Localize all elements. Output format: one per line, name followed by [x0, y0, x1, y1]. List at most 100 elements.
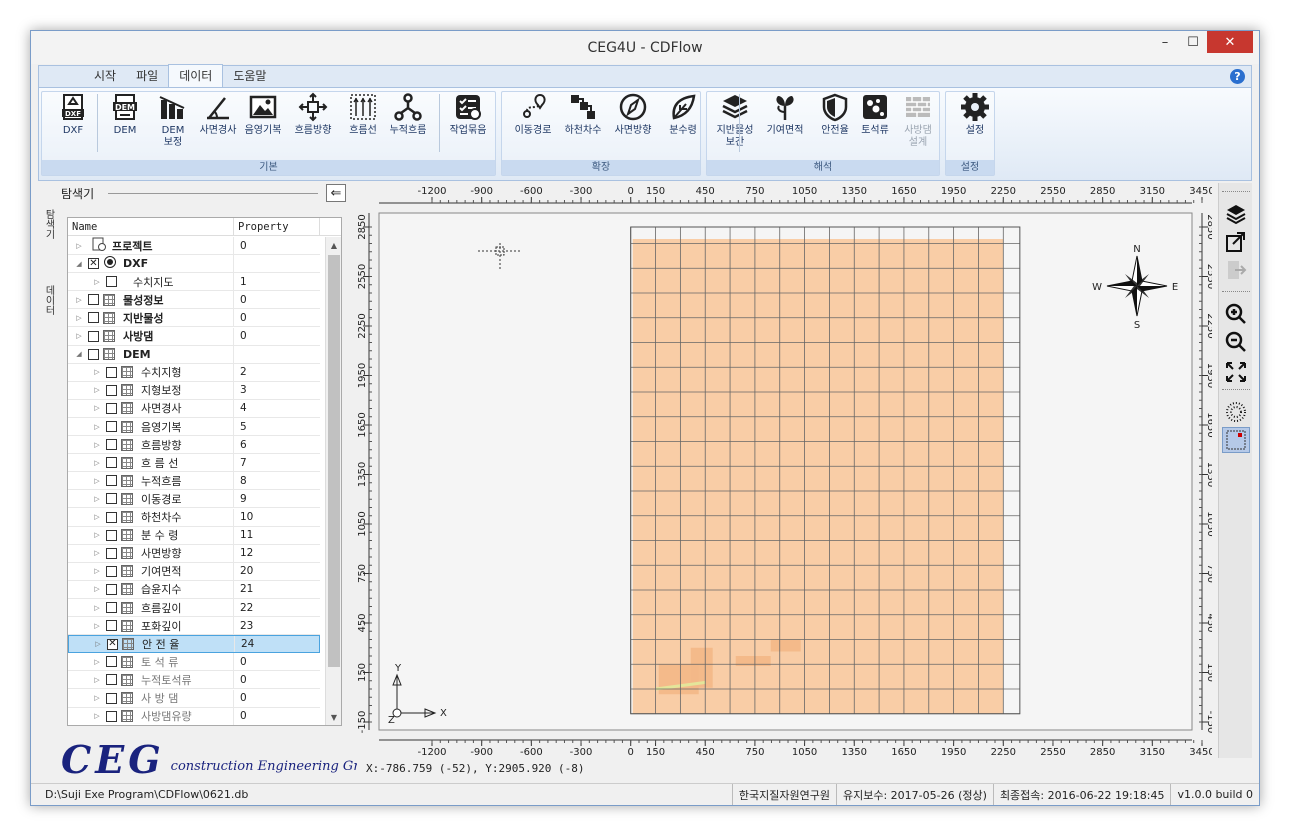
- layer-checkbox[interactable]: [106, 402, 117, 414]
- expander-icon[interactable]: ▷: [74, 242, 84, 250]
- expander-icon[interactable]: ▷: [92, 585, 102, 593]
- expander-icon[interactable]: ▷: [92, 549, 102, 557]
- ribbon-button-slope[interactable]: 사면경사: [194, 92, 242, 137]
- tree-row[interactable]: ▷ 수치지형 2: [68, 363, 320, 382]
- zoom-out-icon[interactable]: [1222, 329, 1250, 355]
- tree-row[interactable]: ▷ 포화깊이 23: [68, 617, 320, 636]
- expander-icon[interactable]: ▷: [92, 386, 102, 394]
- layer-checkbox[interactable]: [106, 511, 117, 523]
- tree-row[interactable]: ▷ 물성정보 0: [68, 291, 320, 310]
- expander-icon[interactable]: ▷: [92, 531, 102, 539]
- collapse-arrow-icon[interactable]: ⇐: [326, 184, 346, 202]
- ribbon-button-hillshade[interactable]: 음영기복: [239, 92, 287, 137]
- tab-start[interactable]: 시작: [84, 65, 126, 87]
- ribbon-button-debris-flow[interactable]: 토석류: [851, 92, 899, 137]
- minimize-button[interactable]: –: [1151, 31, 1179, 53]
- expander-icon[interactable]: ▷: [92, 441, 102, 449]
- layer-checkbox[interactable]: [106, 565, 117, 577]
- tree-row[interactable]: ▷ 누적흐름 8: [68, 472, 320, 491]
- tree-row[interactable]: ▷ 이동경로 9: [68, 490, 320, 509]
- column-property[interactable]: Property: [234, 218, 320, 235]
- layer-checkbox[interactable]: [106, 439, 117, 451]
- tab-data[interactable]: 데이터: [168, 64, 224, 87]
- scroll-up-icon[interactable]: ▲: [326, 237, 341, 253]
- tree-row[interactable]: ▷ 기여면적 20: [68, 562, 320, 581]
- ribbon-button-dam-design[interactable]: 사방댐 설계: [894, 92, 942, 149]
- expander-icon[interactable]: ▷: [92, 404, 102, 412]
- layer-checkbox[interactable]: [106, 276, 117, 288]
- layer-checkbox[interactable]: [106, 710, 117, 722]
- expander-icon[interactable]: ▷: [93, 640, 103, 648]
- vtab-data[interactable]: 데이터: [41, 285, 56, 315]
- ribbon-button-stream-order[interactable]: 하천차수: [559, 92, 607, 137]
- layer-checkbox[interactable]: [106, 692, 117, 704]
- grid-select-icon[interactable]: [1222, 427, 1250, 453]
- expander-icon[interactable]: ◢: [74, 350, 84, 358]
- ribbon-button-watershed[interactable]: 분수령: [659, 92, 707, 137]
- expander-icon[interactable]: ▷: [92, 368, 102, 376]
- tree-row[interactable]: ▷ 습윤지수 21: [68, 580, 320, 599]
- vtab-explorer[interactable]: 탐색기: [41, 209, 56, 239]
- ribbon-button-aspect[interactable]: 사면방향: [609, 92, 657, 137]
- layer-checkbox[interactable]: [106, 656, 117, 668]
- expander-icon[interactable]: ▷: [92, 513, 102, 521]
- tree-row[interactable]: ▷ 누적토석류 0: [68, 671, 320, 690]
- expander-icon[interactable]: ▷: [92, 658, 102, 666]
- layer-checkbox[interactable]: [106, 547, 117, 559]
- layer-checkbox[interactable]: [106, 366, 117, 378]
- layer-checkbox[interactable]: [106, 620, 117, 632]
- scroll-down-icon[interactable]: ▼: [326, 709, 341, 725]
- grid-dots-icon[interactable]: [1222, 399, 1250, 425]
- tree-row[interactable]: ▷ 흐름방향 6: [68, 436, 320, 455]
- ribbon-button-flow-line[interactable]: 흐름선: [339, 92, 387, 137]
- tree-row[interactable]: ◢ DEM: [68, 345, 320, 364]
- tree-row[interactable]: ▷ 흐 름 선 7: [68, 454, 320, 473]
- map-canvas[interactable]: -1200 -1200 -900 -900 -600 -600 -300 -300 0 0 150 1…: [357, 183, 1216, 773]
- ribbon-button-batch[interactable]: 작업묶음: [444, 92, 492, 137]
- layer-checkbox[interactable]: [106, 529, 117, 541]
- tree-row[interactable]: ▷ 지형보정 3: [68, 381, 320, 400]
- expander-icon[interactable]: ▷: [92, 604, 102, 612]
- expander-icon[interactable]: ▷: [92, 676, 102, 684]
- tab-file[interactable]: 파일: [126, 65, 168, 87]
- expander-icon[interactable]: ▷: [92, 495, 102, 503]
- layers-icon[interactable]: [1222, 201, 1250, 227]
- expander-icon[interactable]: ▷: [92, 459, 102, 467]
- layer-checkbox[interactable]: ✕: [107, 638, 118, 650]
- ribbon-button-flow-direction[interactable]: 흐름방향: [289, 92, 337, 137]
- tree-row[interactable]: ▷ 흐름깊이 22: [68, 599, 320, 617]
- expander-icon[interactable]: ◢: [74, 260, 84, 268]
- tree-row[interactable]: ◢ ✕ DXF: [68, 255, 320, 274]
- tree-row[interactable]: ▷ 음영기복 5: [68, 418, 320, 436]
- zoom-in-icon[interactable]: [1222, 301, 1250, 327]
- ribbon-button-layers[interactable]: 지반물성 보간: [711, 92, 759, 149]
- expander-icon[interactable]: ▷: [92, 567, 102, 575]
- layer-checkbox[interactable]: [88, 312, 99, 324]
- layer-checkbox[interactable]: [106, 384, 117, 396]
- layer-checkbox[interactable]: [106, 583, 117, 595]
- layer-checkbox[interactable]: [106, 602, 117, 613]
- tree-row[interactable]: ▷ 분 수 령 11: [68, 526, 320, 545]
- scroll-thumb[interactable]: [328, 255, 340, 667]
- expander-icon[interactable]: ▷: [74, 314, 84, 322]
- tree-row[interactable]: ▷ 토 석 류 0: [68, 653, 320, 672]
- expander-icon[interactable]: ▷: [92, 423, 102, 431]
- expander-icon[interactable]: ▷: [74, 332, 84, 340]
- tree-row[interactable]: ▷ 프로젝트 0: [68, 237, 320, 255]
- close-button[interactable]: ✕: [1207, 31, 1253, 53]
- ribbon-button-dxf[interactable]: DXF DXF: [49, 92, 97, 137]
- tab-help[interactable]: 도움말: [223, 65, 276, 87]
- fit-extent-icon[interactable]: [1222, 359, 1250, 385]
- column-name[interactable]: Name: [68, 218, 234, 235]
- layer-checkbox[interactable]: [88, 348, 99, 360]
- layer-checkbox[interactable]: ✕: [88, 258, 99, 270]
- ribbon-button-accumulated-flow[interactable]: 누적흐름: [384, 92, 432, 137]
- tree-row[interactable]: ▷ 수치지도 1: [68, 273, 320, 292]
- help-icon[interactable]: ?: [1230, 69, 1245, 84]
- ribbon-button-dem[interactable]: DEM DEM: [101, 92, 149, 137]
- expander-icon[interactable]: ▷: [92, 278, 102, 286]
- tree-row[interactable]: ▷ 하천차수 10: [68, 508, 320, 527]
- expander-icon[interactable]: ▷: [92, 477, 102, 485]
- tree-row[interactable]: ▷ 사면방향 12: [68, 544, 320, 563]
- exit-icon[interactable]: [1222, 257, 1250, 283]
